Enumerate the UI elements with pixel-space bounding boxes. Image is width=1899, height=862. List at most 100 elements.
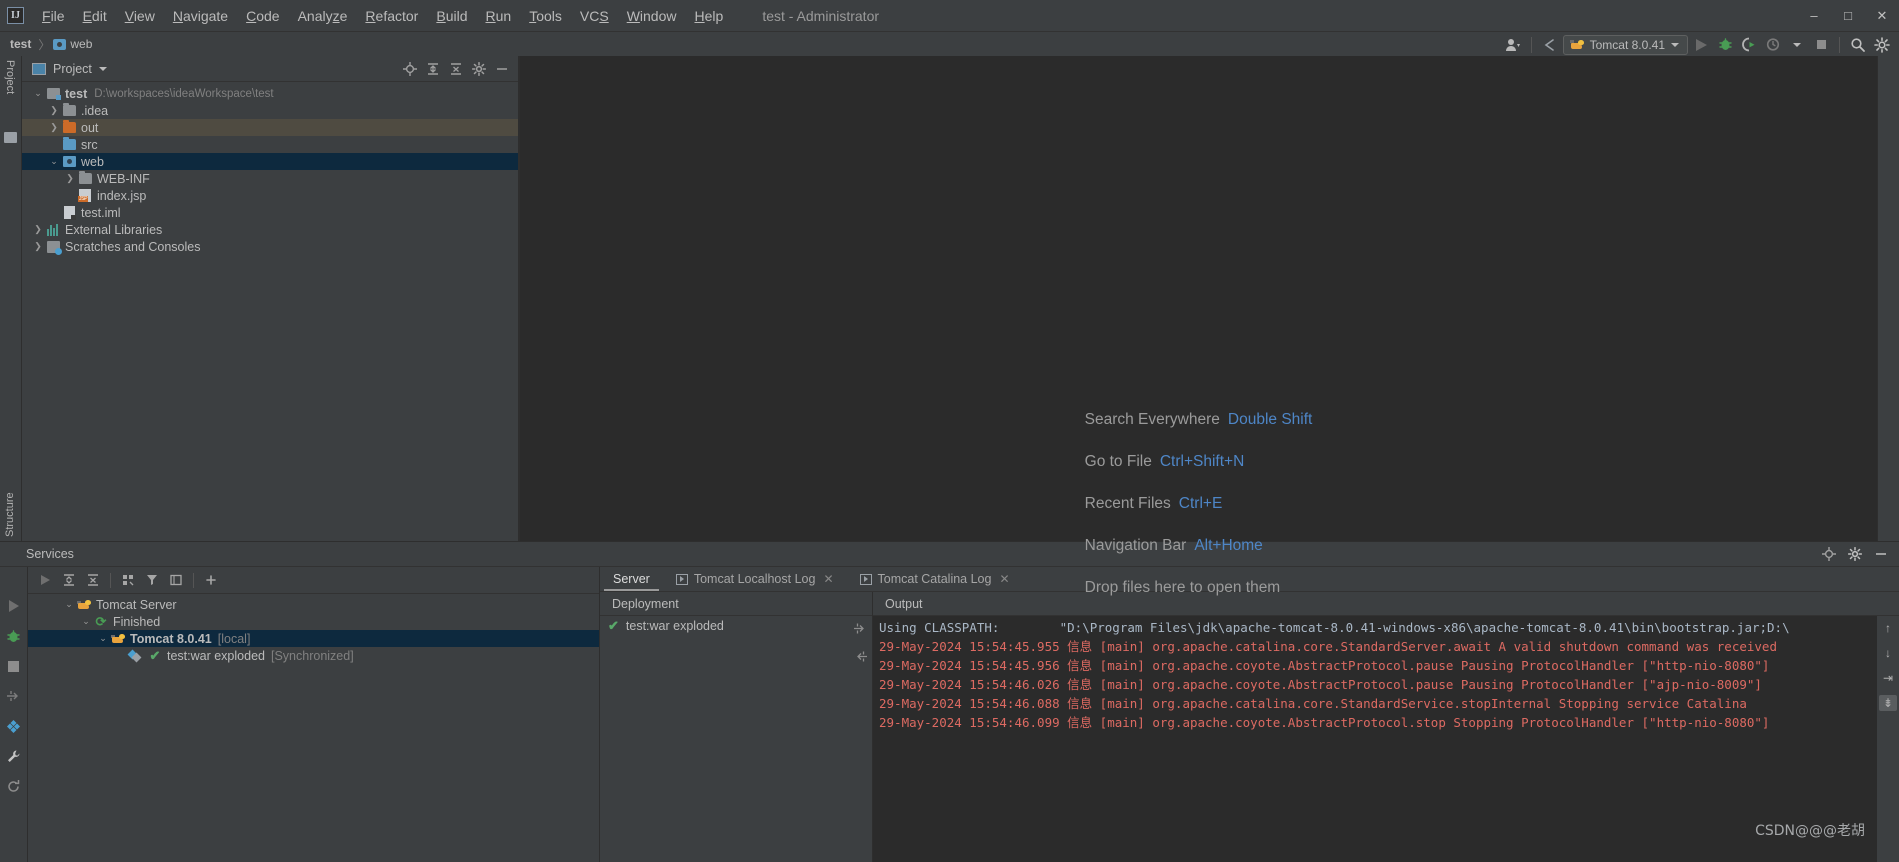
menu-build[interactable]: Build [427,6,476,26]
expand-all-icon[interactable] [58,570,80,591]
hide-icon[interactable] [492,59,512,79]
debug-icon[interactable] [1714,34,1736,55]
group-icon[interactable] [117,570,139,591]
scroll-down-icon[interactable]: ↓ [1879,645,1897,661]
run-icon[interactable] [4,597,24,615]
search-icon[interactable] [1847,34,1869,55]
hide-icon[interactable] [1871,544,1891,564]
wrench-icon[interactable] [4,747,24,765]
maximize-button[interactable]: □ [1831,0,1865,31]
breadcrumb: test 〉 web [0,36,92,53]
locate-icon[interactable] [1819,544,1839,564]
services-tree-node[interactable]: ⌄ ⟳ Finished [28,613,599,630]
jump-to-source-icon[interactable] [851,620,869,636]
settings-icon[interactable] [1871,34,1893,55]
soft-wrap-icon[interactable]: ⇥ [1879,670,1897,686]
collapse-all-icon[interactable] [446,59,466,79]
project-pane-title-group[interactable]: Project [22,62,107,76]
services-tree-suffix: [Synchronized] [270,648,354,663]
scroll-up-icon[interactable]: ↑ [1879,620,1897,636]
project-tree-node[interactable]: test.iml [22,204,518,221]
services-tree-node[interactable]: ✔ test:war exploded [Synchronized] [28,647,599,664]
minimize-button[interactable]: – [1797,0,1831,31]
tool-window-button-project[interactable]: Project [4,60,16,94]
restart-icon[interactable] [4,777,24,795]
menu-help[interactable]: Help [686,6,733,26]
chevron-right-icon[interactable]: ❯ [47,122,61,133]
project-tree-node[interactable]: ❯ External Libraries [22,221,518,238]
menu-vcs[interactable]: VCS [571,6,618,26]
user-icon[interactable] [1502,34,1524,55]
filter-icon[interactable] [141,570,163,591]
scroll-to-end-icon[interactable]: ⇟ [1879,695,1897,711]
chevron-right-icon[interactable]: ❯ [31,224,45,235]
stop-icon[interactable] [1810,34,1832,55]
breadcrumb-project[interactable]: test [0,37,35,51]
editor-area[interactable]: Search Everywhere Double Shift Go to File C… [519,56,1877,596]
menu-file[interactable]: File [33,6,74,26]
services-tree-node[interactable]: ⌄ Tomcat 8.0.41 [local] [28,630,599,647]
settings-icon[interactable] [1845,544,1865,564]
project-tree-node[interactable]: ❯ WEB-INF [22,170,518,187]
breadcrumb-folder[interactable]: web [66,37,92,51]
project-tree-node[interactable]: ❯ .idea [22,102,518,119]
chevron-down-icon[interactable]: ⌄ [62,599,76,610]
chevron-right-icon[interactable]: ❯ [31,241,45,252]
menu-tools[interactable]: Tools [520,6,571,26]
profile-icon[interactable] [1762,34,1784,55]
editor-hint: Drop files here to open them [1085,579,1313,597]
chevron-right-icon[interactable]: ❯ [63,173,77,184]
project-tree-node[interactable]: src [22,136,518,153]
settings-icon[interactable] [469,59,489,79]
services-tab[interactable]: Tomcat Catalina Log ✕ [847,567,1023,591]
back-arrow-icon[interactable] [1539,34,1561,55]
close-icon[interactable]: ✕ [823,572,833,586]
tool-window-button-structure[interactable]: Structure [4,492,16,537]
menu-code[interactable]: Code [237,6,288,26]
project-tree-node[interactable]: ⌄ test D:\workspaces\ideaWorkspace\test [22,85,518,102]
sync-icon[interactable] [851,648,869,664]
close-icon[interactable]: ✕ [999,572,1009,586]
services-tab[interactable]: Tomcat Localhost Log ✕ [663,567,847,591]
chevron-down-icon[interactable]: ⌄ [31,88,45,99]
toolbar-divider [110,572,111,588]
menu-refactor[interactable]: Refactor [356,6,427,26]
menu-analyze[interactable]: Analyze [289,6,357,26]
menu-edit[interactable]: Edit [74,6,116,26]
add-icon[interactable] [200,570,222,591]
locate-icon[interactable] [400,59,420,79]
jsp-file-icon [77,189,93,202]
open-in-editor-icon[interactable] [165,570,187,591]
chevron-right-icon[interactable]: ❯ [47,105,61,116]
chevron-down-icon[interactable] [1786,34,1808,55]
project-tree-node[interactable]: ⌄ web [22,153,518,170]
project-tree-label: web [81,154,104,169]
console-lines: Using CLASSPATH: "D:\Program Files\jdk\a… [873,618,1899,732]
debug-icon[interactable] [4,627,24,645]
services-tab[interactable]: Server [600,567,663,591]
chevron-down-icon[interactable]: ⌄ [47,156,61,167]
chevron-down-icon[interactable]: ⌄ [96,633,110,644]
chevron-down-icon[interactable]: ⌄ [79,616,93,627]
stop-icon[interactable] [4,657,24,675]
close-button[interactable]: ✕ [1865,0,1899,31]
menu-window[interactable]: Window [618,6,686,26]
expand-all-icon[interactable] [423,59,443,79]
run-button[interactable] [1690,34,1712,55]
run-with-coverage-icon[interactable] [1738,34,1760,55]
deployment-item[interactable]: ✔ test:war exploded [600,616,872,635]
project-tree-label: .idea [81,103,109,118]
menu-view[interactable]: View [116,6,164,26]
services-tree-node[interactable]: ⌄ Tomcat Server [28,596,599,613]
run-icon[interactable] [34,570,56,591]
project-tree-node[interactable]: ❯ Scratches and Consoles [22,238,518,255]
collapse-all-icon[interactable] [82,570,104,591]
project-tree-node[interactable]: ❯ out [22,119,518,136]
console-output[interactable]: Using CLASSPATH: "D:\Program Files\jdk\a… [873,616,1899,862]
jump-to-source-icon[interactable] [4,687,24,705]
run-configuration-selector[interactable]: Tomcat 8.0.41 [1562,34,1688,55]
menu-run[interactable]: Run [477,6,521,26]
menu-navigate[interactable]: Navigate [164,6,237,26]
project-tree-node[interactable]: index.jsp [22,187,518,204]
deploy-icon[interactable] [4,717,24,735]
